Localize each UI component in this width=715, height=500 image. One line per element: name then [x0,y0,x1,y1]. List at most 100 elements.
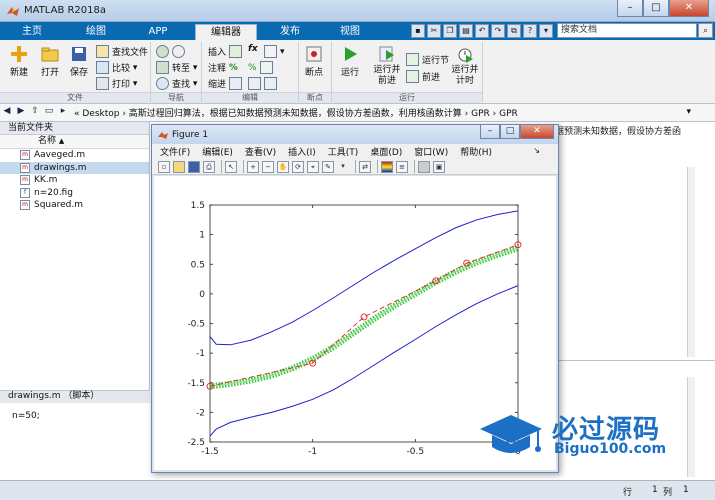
print-button[interactable]: 打印 ▾ [96,77,137,90]
forward-nav-icon[interactable]: ▶ [14,106,28,119]
close-button[interactable]: ✕ [669,0,709,17]
show-plot-tools-icon[interactable]: ▣ [433,160,445,173]
menu-desktop[interactable]: 桌面(D) [370,145,402,158]
file-item[interactable]: m Aaveged.m [0,149,149,162]
redo-quick-icon[interactable]: ↷ [491,23,505,38]
y-tick-label: -0.5 [187,320,205,330]
save-button[interactable]: 保存 [66,45,92,78]
up-folder-icon[interactable]: ⇧ [28,106,42,119]
editor-scrollbar[interactable] [687,167,695,357]
open-label: 打开 [40,68,59,78]
run-and-advance-button[interactable]: 运行并前进 [372,45,402,87]
save-label: 保存 [69,68,88,78]
dropdown-quick-icon[interactable]: ▾ [539,23,553,38]
breakpoints-button[interactable]: 断点 [302,45,326,78]
run-section-button[interactable]: 运行节 [406,53,449,66]
save-figure-icon[interactable] [188,160,200,173]
open-button[interactable]: 打开 [36,45,64,78]
advance-button[interactable]: 前进 [406,70,440,83]
tab-publish[interactable]: 发布 [262,24,318,40]
menu-window[interactable]: 窗口(W) [414,145,448,158]
figure-title: Figure 1 [172,129,209,140]
file-item-selected[interactable]: m drawings.m [0,161,149,174]
help-quick-icon[interactable]: ? [523,23,537,38]
name-column-header[interactable]: 名称 ▲ [0,135,149,149]
legend-icon[interactable]: ≡ [396,160,408,173]
tab-editor[interactable]: 编辑器 [195,24,257,40]
tab-apps[interactable]: APP [130,24,186,40]
tab-plots[interactable]: 绘图 [66,24,126,40]
copy-quick-icon[interactable]: ❐ [443,23,457,38]
save-quick-icon[interactable]: ▪ [411,23,425,38]
hide-plot-tools-icon[interactable] [418,160,430,173]
minimize-button[interactable]: – [617,0,643,17]
colorbar-icon[interactable] [381,160,393,173]
file-item[interactable]: f n=20.fig [0,187,149,200]
undo-quick-icon[interactable]: ↶ [475,23,489,38]
edit-plot-pointer-icon[interactable]: ↖ [225,160,237,173]
comment-button[interactable]: 注释 % [208,61,241,75]
watermark: 必过源码 Biguo100.com [478,407,708,465]
compare-label: 比较 [112,64,131,74]
dock-arrow-icon[interactable]: ↘ [533,146,540,155]
indent-tools[interactable] [248,77,280,90]
compare-button[interactable]: 比较 ▾ [96,61,137,74]
link-plot-icon[interactable]: ⇄ [359,160,371,173]
mfile-icon: m [20,175,30,186]
edit-section-label: 编辑 [202,92,298,103]
rotate-3d-icon[interactable]: ⟳ [292,160,304,173]
tab-home[interactable]: 主页 [4,24,60,40]
browse-folder-icon[interactable]: ▭ [42,106,56,119]
comment-tools[interactable]: % [248,61,276,74]
figure-maximize-button[interactable]: □ [500,125,520,139]
print-figure-icon[interactable]: ⎙ [203,160,215,173]
figure-close-button[interactable]: ✕ [520,125,554,139]
maximize-button[interactable]: □ [643,0,669,17]
advance-icon [406,70,419,83]
brush-dropdown-icon[interactable]: ▾ [337,161,349,173]
file-item[interactable]: m Squared.m [0,199,149,212]
find-button[interactable]: 查找 ▾ [156,77,197,90]
switch-windows-icon[interactable]: ⧉ [507,23,521,38]
menu-insert[interactable]: 插入(I) [288,145,316,158]
menu-help[interactable]: 帮助(H) [460,145,492,158]
file-name: drawings.m [34,162,87,173]
x-tick-label: -0.5 [407,447,425,457]
function-browser-button[interactable]: ▾ [264,45,285,58]
menu-file[interactable]: 文件(F) [160,145,190,158]
figure-title-bar[interactable]: Figure 1 – □ ✕ [152,125,558,144]
path-dropdown-icon[interactable]: ▾ [686,107,691,117]
run-and-time-button[interactable]: 运行并计时 [450,45,480,87]
figure-minimize-button[interactable]: – [480,125,500,139]
pan-hand-icon[interactable]: ✋ [277,160,289,173]
menu-tools[interactable]: 工具(T) [328,145,359,158]
run-button[interactable]: 运行 [337,45,363,78]
current-folder-path[interactable]: « Desktop › 高斯过程回归算法，根据已知数据预测未知数据，假设协方差函… [74,106,674,119]
y-tick-label: -2.5 [187,438,205,448]
nav-back-forward[interactable] [156,45,188,58]
search-documentation-input[interactable]: 搜索文档 [557,23,697,38]
tab-view[interactable]: 视图 [322,24,378,40]
data-cursor-icon[interactable]: ⌖ [307,160,319,173]
find-files-button[interactable]: 查找文件 [96,45,148,58]
zoom-out-icon[interactable]: − [262,160,274,173]
menu-edit[interactable]: 编辑(E) [202,145,233,158]
file-section-label: 文件 [0,92,150,103]
zoom-in-icon[interactable]: + [247,160,259,173]
print-icon [96,77,109,90]
brush-icon[interactable]: ✎ [322,160,334,173]
menu-view[interactable]: 查看(V) [245,145,276,158]
back-nav-icon[interactable]: ◀ [0,106,14,119]
insert-button[interactable]: 插入 [208,45,245,58]
cut-quick-icon[interactable]: ✂ [427,23,441,38]
new-button[interactable]: 新建 [6,45,32,78]
run-advance-label: 运行并前进 [373,65,401,86]
file-item[interactable]: m KK.m [0,174,149,187]
search-icon[interactable]: ⌕ [698,23,713,38]
open-file-icon[interactable] [173,160,185,173]
paste-quick-icon[interactable]: ▤ [459,23,473,38]
indent-button[interactable]: 缩进 [208,77,245,90]
new-figure-icon[interactable]: ▫ [158,160,170,173]
fx-button[interactable]: fx [248,44,258,54]
goto-button[interactable]: 转至 ▾ [156,61,197,74]
